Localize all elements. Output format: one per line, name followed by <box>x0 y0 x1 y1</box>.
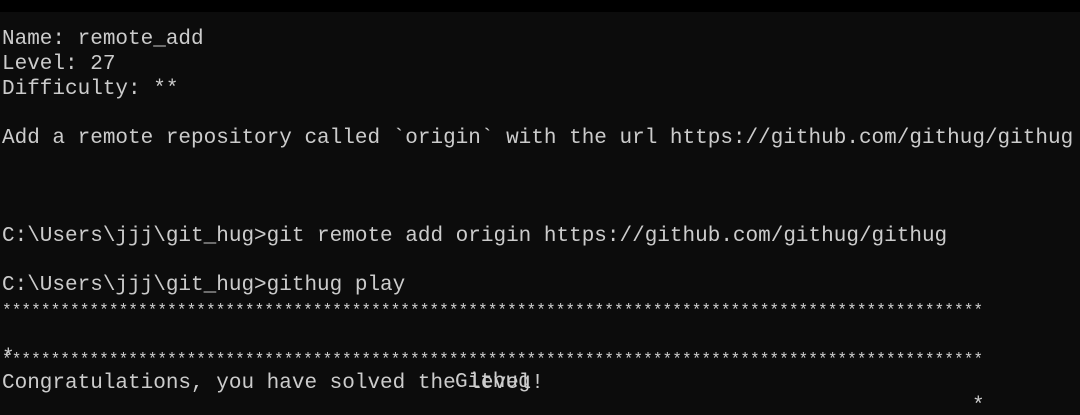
command-line-remote-add: C:\Users\jjj\git_hug>git remote add orig… <box>2 225 948 248</box>
banner-title-row: * Githug * <box>0 323 1080 415</box>
level-name-line: Name: remote_add <box>2 28 204 51</box>
difficulty-line: Difficulty: ** <box>2 78 179 101</box>
banner-stars-top: ****************************************… <box>2 302 984 320</box>
window-top-bar <box>0 0 1080 12</box>
terminal-output[interactable]: Name: remote_add Level: 27 Difficulty: *… <box>0 12 1080 415</box>
command-line-githug-play: C:\Users\jjj\git_hug>githug play <box>2 274 406 297</box>
level-description-line: Add a remote repository called `origin` … <box>2 127 1074 150</box>
banner-stars-bottom: ****************************************… <box>2 351 984 369</box>
level-number-line: Level: 27 <box>2 53 116 76</box>
result-message-line: Congratulations, you have solved the lev… <box>2 372 544 395</box>
banner-right-star: * <box>972 395 985 415</box>
